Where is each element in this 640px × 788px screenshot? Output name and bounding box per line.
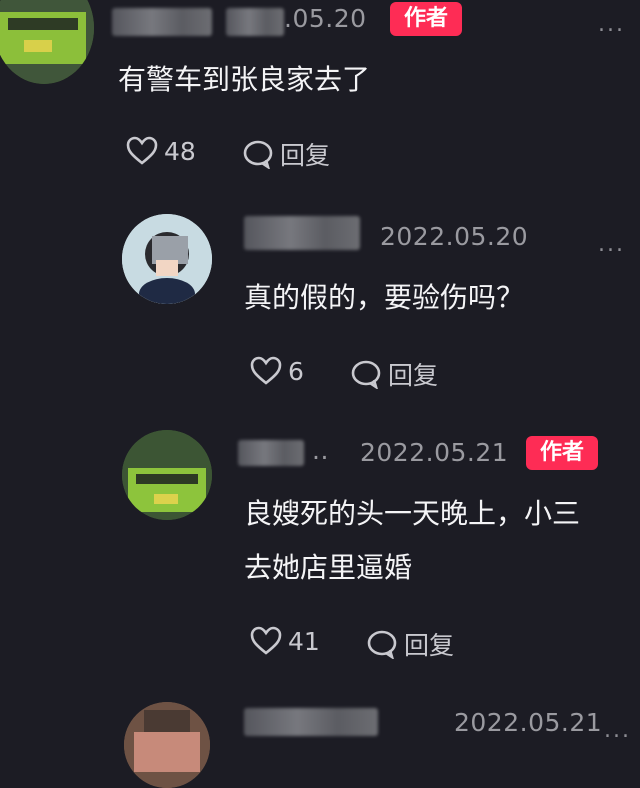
like-button[interactable]: 48 — [126, 136, 196, 166]
reply-label: 回复 — [280, 141, 331, 170]
username-blurred[interactable] — [112, 8, 212, 36]
username-blurred[interactable] — [244, 216, 360, 250]
reply-button[interactable]: 回复 — [366, 626, 454, 662]
avatar[interactable] — [124, 702, 210, 788]
author-badge: 作者 — [526, 436, 598, 470]
avatar[interactable] — [0, 0, 94, 84]
reply-bubble-icon — [243, 140, 273, 169]
username-blurred[interactable] — [238, 440, 304, 466]
more-options-icon[interactable]: ... — [604, 720, 631, 742]
username-blurred[interactable] — [226, 8, 284, 36]
username-blurred[interactable] — [244, 708, 378, 736]
avatar-image — [124, 702, 210, 788]
reply-label: 回复 — [388, 361, 439, 390]
comment-text-line-1: 良嫂死的头一天晚上，小三 — [244, 497, 581, 530]
author-badge: 作者 — [390, 2, 462, 36]
comment-text: 有警车到张良家去了 — [118, 63, 371, 96]
reply-button[interactable]: 回复 — [350, 356, 438, 392]
name-ellipsis: .. — [312, 436, 329, 465]
comment-date: 2022.05.21 — [454, 708, 603, 737]
comment-date: 2022.05.20 — [380, 222, 529, 251]
comment-text-line-2: 去她店里逼婚 — [244, 551, 413, 584]
reply-bubble-icon — [351, 360, 381, 389]
reply-bubble-icon — [367, 630, 397, 659]
like-button[interactable]: 6 — [250, 356, 304, 386]
like-count: 6 — [288, 356, 304, 386]
heart-icon — [250, 356, 282, 385]
like-count: 48 — [164, 136, 196, 166]
avatar-image — [122, 214, 212, 304]
avatar-image — [122, 430, 212, 520]
avatar[interactable] — [122, 214, 212, 304]
comment-date: .05.20 — [284, 4, 367, 33]
avatar[interactable] — [122, 430, 212, 520]
more-options-icon[interactable]: ... — [598, 14, 625, 36]
reply-button[interactable]: 回复 — [242, 136, 330, 172]
like-count: 41 — [288, 626, 320, 656]
heart-icon — [250, 626, 282, 655]
like-button[interactable]: 41 — [250, 626, 320, 656]
comment-date: 2022.05.21 — [360, 438, 509, 467]
more-options-icon[interactable]: ... — [598, 234, 625, 256]
avatar-image — [0, 0, 94, 84]
reply-label: 回复 — [404, 631, 455, 660]
heart-icon — [126, 136, 158, 165]
comment-text: 真的假的，要验伤吗？ — [244, 281, 525, 314]
